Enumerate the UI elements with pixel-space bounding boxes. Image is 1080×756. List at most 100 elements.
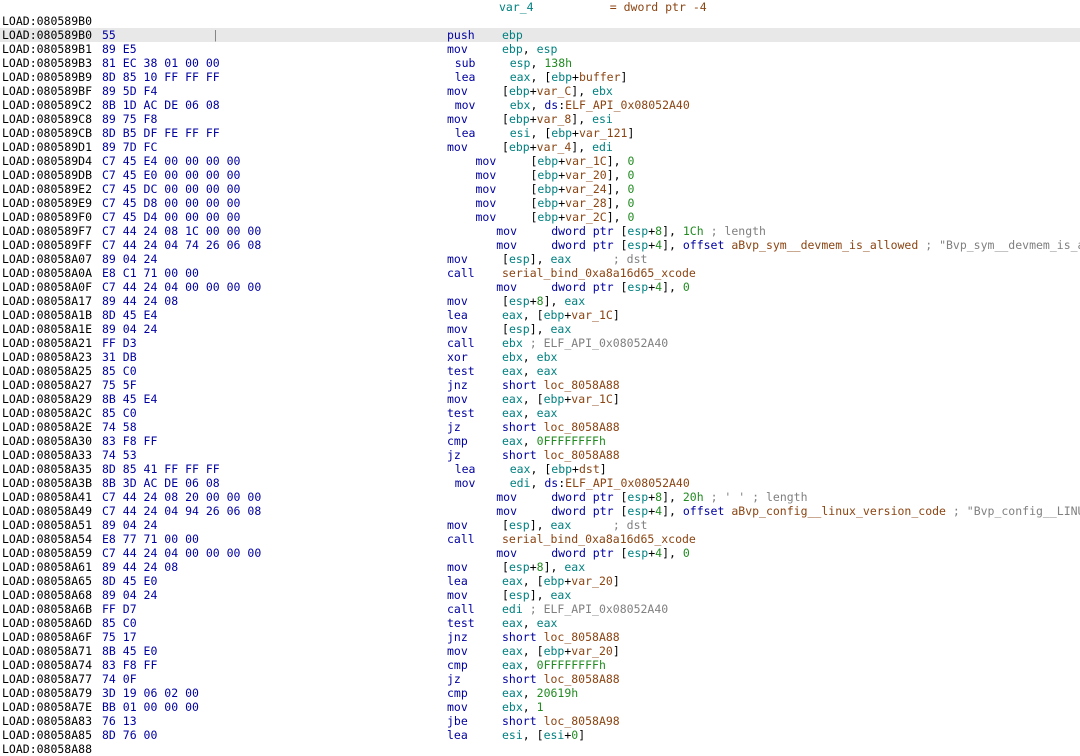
disassembly-row[interactable]: LOAD:080589B0 — [0, 14, 1080, 28]
disassembly-row[interactable]: LOAD:080589DBC7 45 E0 00 00 00 00mov[ebp… — [0, 168, 1080, 182]
disassembly-row[interactable]: LOAD:08058A2331 DBxorebx, ebx — [0, 350, 1080, 364]
disassembly-row[interactable]: LOAD:08058A718B 45 E0moveax, [ebp+var_20… — [0, 644, 1080, 658]
disassembly-row[interactable]: LOAD:08058A0FC7 44 24 04 00 00 00 00movd… — [0, 280, 1080, 294]
disassembly-row[interactable]: LOAD:08058A2775 5Fjnzshort loc_8058A88 — [0, 378, 1080, 392]
disassembly-row[interactable]: LOAD:08058A6F75 17jnzshort loc_8058A88 — [0, 630, 1080, 644]
disassembly-row[interactable]: LOAD:080589B98D 85 10 FF FF FFleaeax, [e… — [0, 70, 1080, 84]
spacer-column — [250, 210, 475, 224]
spacer-column — [271, 546, 496, 560]
disassembly-row[interactable]: LOAD:08058A1E89 04 24mov[esp], eax — [0, 322, 1080, 336]
address-column: LOAD:080589F7 — [0, 224, 102, 238]
disassembly-row[interactable]: LOAD:08058A6BFF D7calledi ; ELF_API_0x08… — [0, 602, 1080, 616]
disassembly-row[interactable]: LOAD:08058A2585 C0testeax, eax — [0, 364, 1080, 378]
disassembly-row[interactable]: LOAD:080589FFC7 44 24 04 74 26 06 08movd… — [0, 238, 1080, 252]
spacer-column — [222, 658, 447, 672]
separator-column — [212, 630, 222, 644]
bytes-column: 85 C0 — [102, 616, 212, 630]
address-column: LOAD:080589FF — [0, 238, 102, 252]
disassembly-row[interactable]: LOAD:080589B189 E5movebp, esp — [0, 42, 1080, 56]
disassembly-listing[interactable]: var_4 = dword ptr -4LOAD:080589B0LOAD:08… — [0, 0, 1080, 756]
mnemonic-column: jbe — [447, 714, 502, 728]
separator-column — [220, 476, 230, 490]
disassembly-row[interactable]: LOAD:080589C889 75 F8mov[ebp+var_8], esi — [0, 112, 1080, 126]
operands-column: [esp+8], eax — [502, 294, 1080, 308]
separator-column — [212, 434, 222, 448]
disassembly-row[interactable]: LOAD:08058A793D 19 06 02 00cmpeax, 20619… — [0, 686, 1080, 700]
disassembly-row[interactable]: LOAD:08058A0789 04 24mov[esp], eax ; dst — [0, 252, 1080, 266]
mnemonic-column: jz — [447, 448, 502, 462]
bytes-column: C7 45 DC 00 00 00 00 — [102, 182, 240, 196]
disassembly-row[interactable]: LOAD:08058A3B8B 3D AC DE 06 08movedi, ds… — [0, 476, 1080, 490]
disassembly-row[interactable]: LOAD:080589F7C7 44 24 08 1C 00 00 00movd… — [0, 224, 1080, 238]
disassembly-row[interactable]: LOAD:08058A8376 13jbeshort loc_8058A98 — [0, 714, 1080, 728]
disassembly-row[interactable]: LOAD:08058A0AE8 C1 71 00 00callserial_bi… — [0, 266, 1080, 280]
disassembly-row[interactable]: LOAD:080589BF89 5D F4mov[ebp+var_C], ebx — [0, 84, 1080, 98]
disassembly-row[interactable]: LOAD:08058A54E8 77 71 00 00callserial_bi… — [0, 532, 1080, 546]
operands-column: eax, 0FFFFFFFFh — [502, 658, 1080, 672]
address-column: LOAD:08058A49 — [0, 504, 102, 518]
mnemonic-column: sub — [455, 56, 510, 70]
mnemonic-column: lea — [455, 462, 510, 476]
disassembly-row[interactable]: LOAD:080589D4C7 45 E4 00 00 00 00mov[ebp… — [0, 154, 1080, 168]
spacer-column — [250, 196, 475, 210]
address-column: LOAD:08058A21 — [0, 336, 102, 350]
address-column: LOAD:080589D4 — [0, 154, 102, 168]
disassembly-row[interactable]: LOAD:08058A3083 F8 FFcmpeax, 0FFFFFFFFh — [0, 434, 1080, 448]
mnemonic-column: jz — [447, 420, 502, 434]
bytes-column — [102, 742, 212, 756]
disassembly-row[interactable]: LOAD:08058A41C7 44 24 08 20 00 00 00movd… — [0, 490, 1080, 504]
mnemonic-column: mov — [496, 504, 551, 518]
disassembly-row[interactable]: LOAD:08058A88 — [0, 742, 1080, 756]
disassembly-row[interactable]: LOAD:08058A49C7 44 24 04 94 26 06 08movd… — [0, 504, 1080, 518]
disassembly-row[interactable]: LOAD:08058A1B8D 45 E4leaeax, [ebp+var_1C… — [0, 308, 1080, 322]
disassembly-row[interactable]: LOAD:08058A658D 45 E0leaeax, [ebp+var_20… — [0, 574, 1080, 588]
address-column: LOAD:08058A30 — [0, 434, 102, 448]
address-column: LOAD:080589BF — [0, 84, 102, 98]
operands-column: short loc_8058A98 — [502, 714, 1080, 728]
address-column: LOAD:08058A61 — [0, 560, 102, 574]
disassembly-row[interactable]: LOAD:08058A6189 44 24 08mov[esp+8], eax — [0, 560, 1080, 574]
disassembly-row[interactable]: LOAD:080589CB8D B5 DF FE FF FFleaesi, [e… — [0, 126, 1080, 140]
disassembly-row[interactable]: LOAD:08058A7483 F8 FFcmpeax, 0FFFFFFFFh — [0, 658, 1080, 672]
disassembly-row[interactable]: LOAD:08058A6D85 C0testeax, eax — [0, 616, 1080, 630]
bytes-column: 8D 85 10 FF FF FF — [102, 70, 220, 84]
mnemonic-column: mov — [447, 644, 502, 658]
disassembly-row[interactable]: LOAD:08058A298B 45 E4moveax, [ebp+var_1C… — [0, 392, 1080, 406]
disassembly-row[interactable]: LOAD:080589D189 7D FCmov[ebp+var_4], edi — [0, 140, 1080, 154]
disassembly-row[interactable]: LOAD:080589E2C7 45 DC 00 00 00 00mov[ebp… — [0, 182, 1080, 196]
disassembly-row[interactable]: LOAD:08058A21FF D3callebx ; ELF_API_0x08… — [0, 336, 1080, 350]
address-column: LOAD:08058A3B — [0, 476, 102, 490]
disassembly-row[interactable]: LOAD:08058A1789 44 24 08mov[esp+8], eax — [0, 294, 1080, 308]
disassembly-row[interactable]: LOAD:08058A2C85 C0testeax, eax — [0, 406, 1080, 420]
header-row[interactable]: var_4 = dword ptr -4 — [0, 0, 1080, 14]
mnemonic-column: test — [447, 364, 502, 378]
disassembly-row[interactable]: LOAD:08058A3374 53jzshort loc_8058A88 — [0, 448, 1080, 462]
disassembly-row[interactable]: LOAD:08058A358D 85 41 FF FF FFleaeax, [e… — [0, 462, 1080, 476]
separator-column — [212, 644, 222, 658]
disassembly-row[interactable]: LOAD:080589B381 EC 38 01 00 00subesp, 13… — [0, 56, 1080, 70]
disassembly-row[interactable]: LOAD:08058A7EBB 01 00 00 00movebx, 1 — [0, 700, 1080, 714]
mnemonic-column: mov — [475, 154, 530, 168]
bytes-column: 89 5D F4 — [102, 84, 212, 98]
mnemonic-column: mov — [447, 392, 502, 406]
disassembly-row[interactable]: LOAD:080589C28B 1D AC DE 06 08movebx, ds… — [0, 98, 1080, 112]
operands-column: [esp+8], eax — [502, 560, 1080, 574]
operands-column: short loc_8058A88 — [502, 420, 1080, 434]
disassembly-row[interactable]: LOAD:080589E9C7 45 D8 00 00 00 00mov[ebp… — [0, 196, 1080, 210]
operands-column: eax, [ebp+var_20] — [502, 644, 1080, 658]
address-column: LOAD:080589D1 — [0, 140, 102, 154]
disassembly-row[interactable]: LOAD:08058A5189 04 24mov[esp], eax ; dst — [0, 518, 1080, 532]
disassembly-row[interactable]: LOAD:08058A6889 04 24mov[esp], eax — [0, 588, 1080, 602]
bytes-column: 3D 19 06 02 00 — [102, 686, 212, 700]
spacer-column — [230, 98, 455, 112]
disassembly-row[interactable]: LOAD:08058A59C7 44 24 04 00 00 00 00movd… — [0, 546, 1080, 560]
operands-column: ebp — [502, 28, 1080, 42]
disassembly-row[interactable]: LOAD:080589F0C7 45 D4 00 00 00 00mov[ebp… — [0, 210, 1080, 224]
disassembly-row[interactable]: LOAD:080589B055|pushebp — [0, 28, 1080, 42]
disassembly-row[interactable]: LOAD:08058A2E74 58jzshort loc_8058A88 — [0, 420, 1080, 434]
address-column: LOAD:08058A6F — [0, 630, 102, 644]
mnemonic-column: jz — [447, 672, 502, 686]
disassembly-row[interactable]: LOAD:08058A7774 0Fjzshort loc_8058A88 — [0, 672, 1080, 686]
operands-column — [502, 742, 1080, 756]
operands-column: [ebp+var_20], 0 — [530, 168, 1080, 182]
